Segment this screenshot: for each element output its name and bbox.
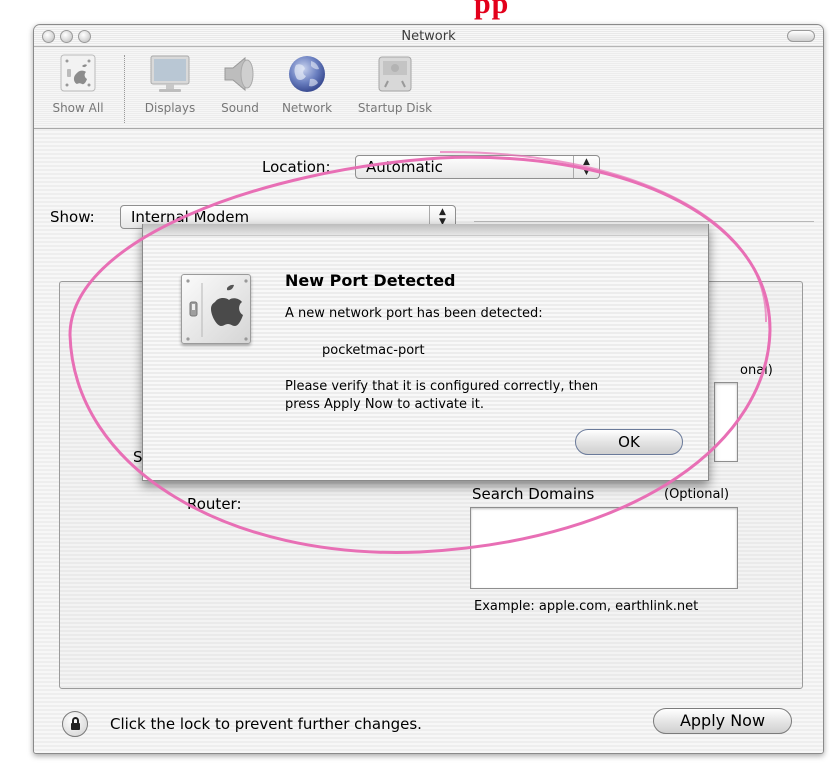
dialog-message: A new network port has been detected: <box>285 306 543 321</box>
lock-message: Click the lock to prevent further change… <box>110 715 422 733</box>
displays-icon <box>147 51 193 97</box>
search-domains-field[interactable] <box>470 507 738 589</box>
sound-icon <box>217 51 263 97</box>
toolbar-label-sound: Sound <box>221 101 259 115</box>
toolbar-item-network[interactable]: Network <box>274 51 340 115</box>
search-domains-label: Search Domains <box>472 485 595 503</box>
toolbar-separator <box>124 55 125 123</box>
toolbar-item-sound[interactable]: Sound <box>214 51 266 115</box>
ok-button[interactable]: OK <box>575 429 683 455</box>
location-popup[interactable]: Automatic ▲ ▼ <box>355 155 600 179</box>
toolbar-item-show-all[interactable]: Show All <box>40 51 116 115</box>
optional-label-partial: onal) <box>740 363 773 378</box>
lock-button[interactable] <box>62 711 88 737</box>
location-label: Location: <box>262 158 331 176</box>
lock-icon <box>71 723 80 730</box>
toolbar-label-network: Network <box>281 101 333 115</box>
dialog-port-name: pocketmac-port <box>322 343 425 358</box>
network-globe-icon <box>284 51 330 97</box>
apply-now-button[interactable]: Apply Now <box>653 708 792 734</box>
dns-servers-field[interactable] <box>714 382 738 462</box>
toolbar-toggle-button[interactable] <box>787 30 815 42</box>
toolbar: Show All Displays Sound Network Startup … <box>34 47 823 129</box>
dialog-instructions-line2: press Apply Now to activate it. <box>285 397 484 412</box>
dialog-instructions-line1: Please verify that it is configured corr… <box>285 379 599 394</box>
title-bar[interactable]: Network <box>34 25 823 47</box>
toolbar-item-displays[interactable]: Displays <box>138 51 202 115</box>
sheet-top-edge <box>143 224 708 236</box>
dialog-title: New Port Detected <box>285 271 456 290</box>
toolbar-label-show-all: Show All <box>52 101 104 115</box>
system-preferences-icon <box>181 274 251 344</box>
show-label: Show: <box>50 208 95 226</box>
search-domains-example: Example: apple.com, earthlink.net <box>474 599 699 614</box>
top-text-fragment: pp <box>474 0 510 20</box>
divider-line <box>474 221 814 222</box>
startup-disk-icon <box>372 51 418 97</box>
router-label: Router: <box>187 495 242 513</box>
search-domains-optional-label: (Optional) <box>664 487 730 502</box>
popup-arrows-icon: ▲ ▼ <box>573 156 599 178</box>
new-port-detected-sheet: New Port Detected A new network port has… <box>142 224 709 481</box>
toolbar-label-startup-disk: Startup Disk <box>357 101 433 115</box>
toolbar-label-displays: Displays <box>144 101 196 115</box>
show-all-icon <box>55 51 101 97</box>
toolbar-item-startup-disk[interactable]: Startup Disk <box>347 51 443 115</box>
network-preferences-window: Network Show All Displays Sound Network … <box>33 24 824 754</box>
window-title: Network <box>401 29 456 44</box>
location-popup-value: Automatic <box>366 158 443 176</box>
